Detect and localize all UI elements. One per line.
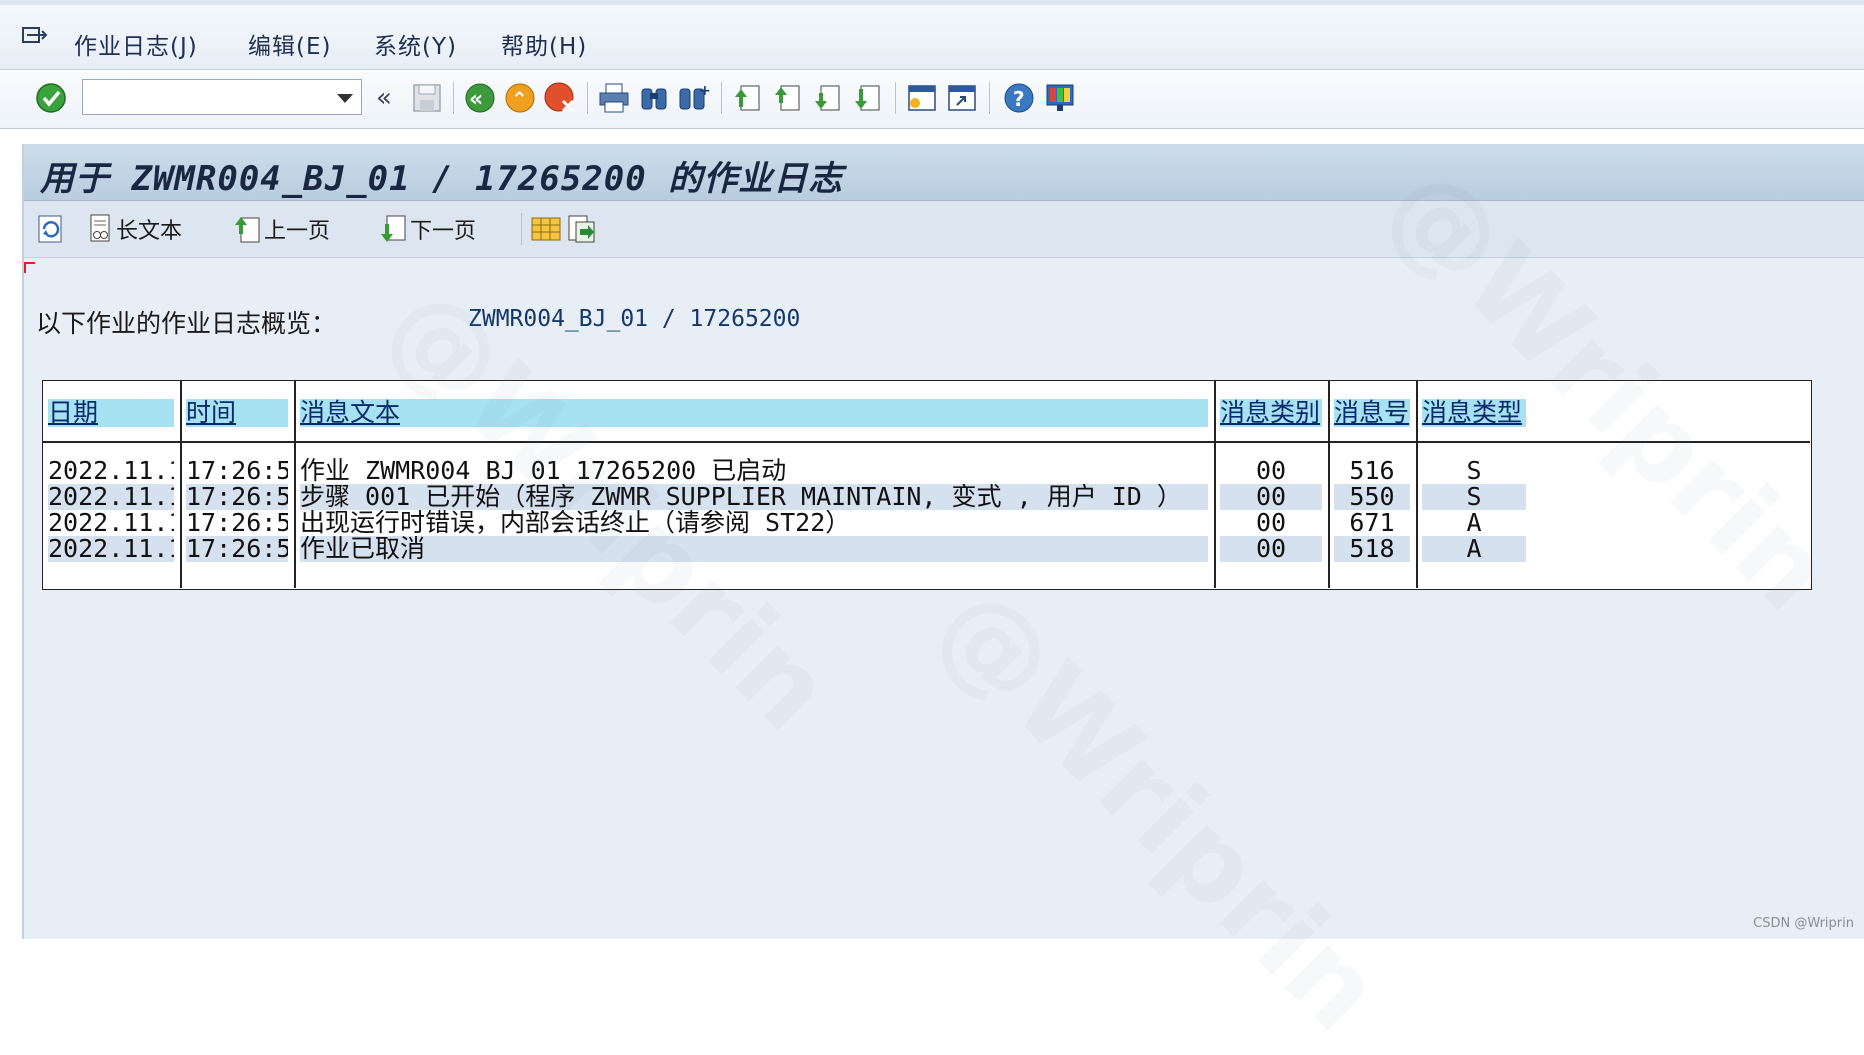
- command-field[interactable]: [82, 79, 362, 115]
- focus-marker: [24, 262, 35, 273]
- command-dropdown-icon[interactable]: [337, 94, 353, 103]
- cell-message-class: 00: [1220, 510, 1322, 536]
- last-page-icon[interactable]: [851, 81, 885, 115]
- menu-job-log[interactable]: 作业日志(J): [74, 27, 198, 61]
- column-divider: [294, 381, 296, 588]
- cell-time: 17:26:52: [186, 458, 288, 484]
- column-divider: [180, 381, 182, 588]
- toolbar-separator: [453, 82, 454, 114]
- enter-icon[interactable]: [34, 81, 68, 115]
- menu-icon[interactable]: [22, 27, 48, 47]
- column-header-date[interactable]: 日期: [48, 399, 174, 427]
- previous-page-icon[interactable]: [771, 81, 805, 115]
- overview-value: ZWMR004_BJ_01 / 17265200: [468, 306, 801, 332]
- cell-message-type: S: [1422, 484, 1526, 510]
- cell-date: 2022.11.14: [48, 458, 174, 484]
- cell-message-type: S: [1422, 458, 1526, 484]
- cell-time: 17:26:53: [186, 510, 288, 536]
- cell-date: 2022.11.14: [48, 510, 174, 536]
- cell-message-text: 作业 ZWMR004_BJ_01 17265200 已启动: [300, 458, 1208, 484]
- credit-text: CSDN @Wriprin: [1753, 916, 1854, 931]
- long-text-icon: [90, 214, 110, 242]
- previous-page-label: 上一页: [264, 219, 331, 244]
- cell-message-type: A: [1422, 510, 1526, 536]
- cancel-icon[interactable]: [543, 81, 577, 115]
- export-button[interactable]: [566, 212, 600, 246]
- column-divider: [1214, 381, 1216, 588]
- next-page-button[interactable]: 下一页: [378, 212, 476, 246]
- svg-text:?: ?: [1013, 87, 1025, 111]
- toolbar-separator: [587, 82, 588, 114]
- back-double-icon[interactable]: «: [371, 81, 405, 115]
- cell-date: 2022.11.14: [48, 484, 174, 510]
- cell-message-number: 671: [1334, 510, 1410, 536]
- menu-help[interactable]: 帮助(H): [501, 27, 587, 61]
- menu-edit[interactable]: 编辑(E): [248, 27, 331, 61]
- cell-message-text: 作业已取消: [300, 536, 1208, 562]
- column-header-message-number[interactable]: 消息号: [1334, 399, 1410, 427]
- first-page-icon[interactable]: [731, 81, 765, 115]
- menu-bar: 作业日志(J) 编辑(E) 系统(Y) 帮助(H): [0, 0, 1864, 70]
- long-text-label: 长文本: [116, 219, 183, 244]
- previous-page-button[interactable]: 上一页: [232, 212, 330, 246]
- long-text-button[interactable]: 长文本: [88, 212, 182, 246]
- column-divider: [1328, 381, 1330, 588]
- print-icon[interactable]: [597, 81, 631, 115]
- menu-system[interactable]: 系统(Y): [374, 27, 457, 61]
- header-divider: [43, 441, 1810, 443]
- save-icon: [413, 84, 441, 112]
- cell-message-class: 00: [1220, 484, 1322, 510]
- cell-date: 2022.11.14: [48, 536, 174, 562]
- refresh-icon: [38, 215, 62, 243]
- svg-text:+: +: [699, 83, 711, 99]
- column-header-time[interactable]: 时间: [186, 399, 288, 427]
- next-page-icon: [381, 215, 406, 242]
- cell-message-number: 518: [1334, 536, 1410, 562]
- customize-layout-icon[interactable]: [1043, 81, 1077, 115]
- grid-layout-icon: [531, 217, 561, 241]
- cell-message-class: 00: [1220, 536, 1322, 562]
- toolbar-separator: [989, 82, 990, 114]
- layout-button[interactable]: [530, 212, 564, 246]
- title-bar: 用于 ZWMR004_BJ_01 / 17265200 的作业日志: [24, 144, 1864, 201]
- back-icon[interactable]: «: [463, 81, 497, 115]
- refresh-button[interactable]: [34, 212, 70, 246]
- svg-text:⌃: ⌃: [511, 87, 528, 111]
- cell-time: 17:26:53: [186, 536, 288, 562]
- toolbar-separator: [521, 213, 522, 245]
- column-header-message-type[interactable]: 消息类型: [1422, 399, 1526, 427]
- next-page-icon[interactable]: [811, 81, 845, 115]
- standard-toolbar: « « ⌃ + ?: [0, 70, 1864, 129]
- cell-message-type: A: [1422, 536, 1526, 562]
- cell-message-number: 516: [1334, 458, 1410, 484]
- cell-message-class: 00: [1220, 458, 1322, 484]
- previous-page-icon: [235, 217, 260, 243]
- cell-message-text: 出现运行时错误，内部会话终止（请参阅 ST22）: [300, 510, 1208, 536]
- svg-text:«: «: [376, 83, 392, 113]
- cell-message-number: 550: [1334, 484, 1410, 510]
- shortcut-icon[interactable]: [945, 81, 979, 115]
- cell-message-text-value: 步骤 001 已开始（程序 ZWMR_SUPPLIER_MAINTAIN, 变式…: [300, 484, 1182, 510]
- export-icon: [568, 215, 595, 243]
- svg-text:«: «: [469, 87, 483, 112]
- create-session-icon[interactable]: [905, 81, 939, 115]
- page-title: 用于 ZWMR004_BJ_01 / 17265200 的作业日志: [40, 159, 844, 199]
- toolbar-separator: [895, 82, 896, 114]
- content-frame: 用于 ZWMR004_BJ_01 / 17265200 的作业日志 长文本 上一…: [22, 141, 1864, 1055]
- cell-message-text: 步骤 001 已开始（程序 ZWMR_SUPPLIER_MAINTAIN, 变式…: [300, 484, 1208, 510]
- find-next-icon[interactable]: +: [677, 81, 711, 115]
- job-log-table: 日期 时间 消息文本 消息类别 消息号 消息类型 2022.11.14 17:2…: [42, 380, 1812, 590]
- next-page-label: 下一页: [410, 219, 477, 244]
- find-icon[interactable]: [637, 81, 671, 115]
- help-icon[interactable]: ?: [1002, 81, 1036, 115]
- exit-icon[interactable]: ⌃: [503, 81, 537, 115]
- toolbar-separator: [721, 82, 722, 114]
- watermark: @Wriprin: [912, 561, 1407, 1055]
- column-divider: [1416, 381, 1418, 588]
- column-header-message-class[interactable]: 消息类别: [1220, 399, 1322, 427]
- column-header-message-text[interactable]: 消息文本: [300, 399, 1208, 427]
- application-toolbar: 长文本 上一页 下一页: [24, 201, 1864, 258]
- overview-label: 以下作业的作业日志概览：: [36, 309, 337, 338]
- cell-time: 17:26:52: [186, 484, 288, 510]
